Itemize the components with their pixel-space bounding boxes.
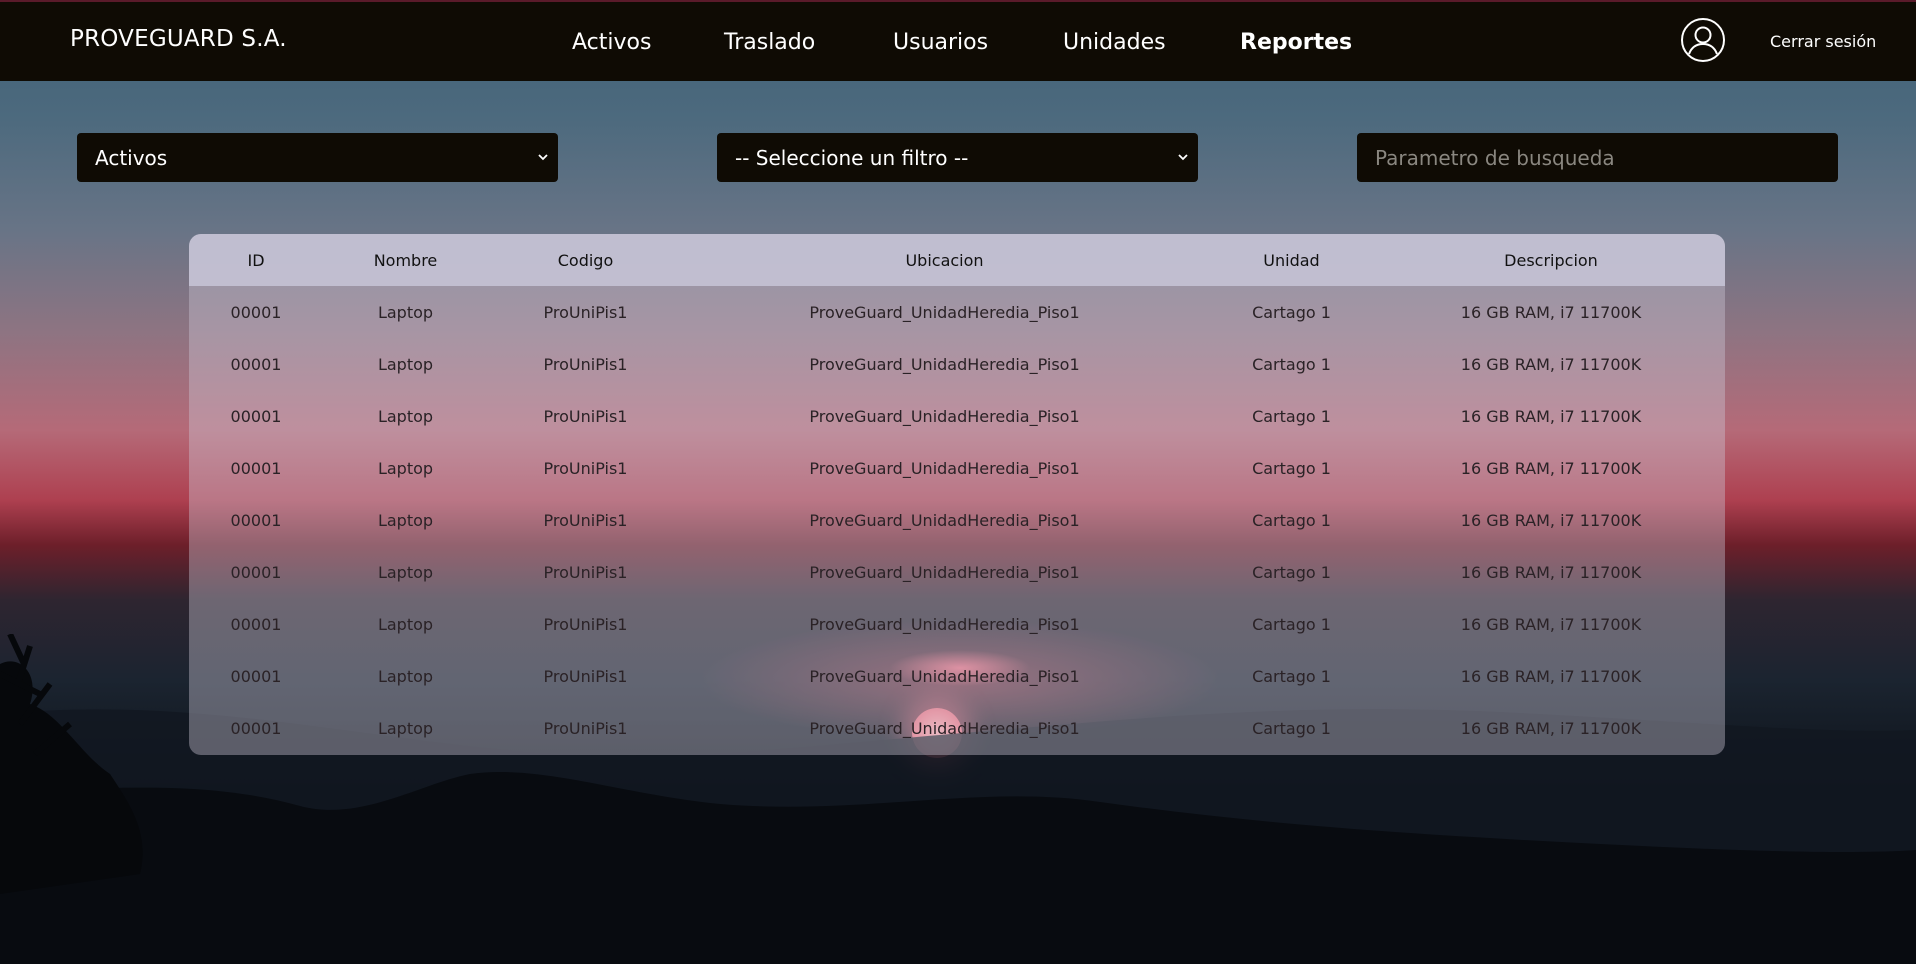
cell-codigo: ProUniPis1 [543, 354, 628, 374]
table-row[interactable]: 00001 Laptop ProUniPis1 ProveGuard_Unida… [189, 650, 1725, 702]
cell-unidad: Cartago 1 [1252, 562, 1331, 582]
cell-codigo: ProUniPis1 [543, 510, 628, 530]
nav-item-usuarios[interactable]: Usuarios [893, 30, 988, 55]
cell-codigo: ProUniPis1 [543, 614, 628, 634]
cell-id: 00001 [230, 354, 282, 374]
cell-id: 00001 [230, 614, 282, 634]
cell-ubicacion: ProveGuard_UnidadHeredia_Piso1 [809, 302, 1080, 322]
table-row[interactable]: 00001 Laptop ProUniPis1 ProveGuard_Unida… [189, 494, 1725, 546]
nav-item-reportes[interactable]: Reportes [1240, 30, 1352, 55]
search-placeholder: Parametro de busqueda [1375, 145, 1615, 170]
column-header-nombre[interactable]: Nombre [323, 251, 488, 270]
table-row[interactable]: 00001 Laptop ProUniPis1 ProveGuard_Unida… [189, 702, 1725, 754]
cell-id: 00001 [230, 718, 282, 738]
cell-id: 00001 [230, 510, 282, 530]
table-row[interactable]: 00001 Laptop ProUniPis1 ProveGuard_Unida… [189, 598, 1725, 650]
table-header-row: ID Nombre Codigo Ubicacion Unidad Descri… [189, 234, 1725, 286]
cell-unidad: Cartago 1 [1252, 458, 1331, 478]
cell-ubicacion: ProveGuard_UnidadHeredia_Piso1 [809, 406, 1080, 426]
cell-codigo: ProUniPis1 [543, 562, 628, 582]
main-nav: Activos Traslado Usuarios Unidades Repor… [0, 30, 1916, 60]
column-header-codigo[interactable]: Codigo [488, 251, 683, 270]
cell-descripcion: 16 GB RAM, i7 11700K [1460, 302, 1642, 322]
chevron-down-icon [538, 154, 548, 161]
table-row[interactable]: 00001 Laptop ProUniPis1 ProveGuard_Unida… [189, 390, 1725, 442]
logout-link[interactable]: Cerrar sesión [1770, 32, 1876, 51]
report-type-select[interactable]: Activos [77, 133, 558, 182]
table-row[interactable]: 00001 Laptop ProUniPis1 ProveGuard_Unida… [189, 546, 1725, 598]
table-row[interactable]: 00001 Laptop ProUniPis1 ProveGuard_Unida… [189, 442, 1725, 494]
cell-id: 00001 [230, 406, 282, 426]
cell-unidad: Cartago 1 [1252, 718, 1331, 738]
cell-nombre: Laptop [377, 666, 434, 686]
cell-id: 00001 [230, 562, 282, 582]
nav-item-activos[interactable]: Activos [572, 30, 651, 55]
cell-nombre: Laptop [377, 562, 434, 582]
column-header-ubicacion[interactable]: Ubicacion [683, 251, 1206, 270]
cell-id: 00001 [230, 302, 282, 322]
cell-id: 00001 [230, 458, 282, 478]
nav-item-traslado[interactable]: Traslado [724, 30, 815, 55]
cell-unidad: Cartago 1 [1252, 614, 1331, 634]
cell-descripcion: 16 GB RAM, i7 11700K [1460, 562, 1642, 582]
column-header-id[interactable]: ID [189, 251, 323, 270]
cell-unidad: Cartago 1 [1252, 406, 1331, 426]
cell-ubicacion: ProveGuard_UnidadHeredia_Piso1 [809, 354, 1080, 374]
column-header-unidad[interactable]: Unidad [1206, 251, 1377, 270]
cell-unidad: Cartago 1 [1252, 510, 1331, 530]
cell-ubicacion: ProveGuard_UnidadHeredia_Piso1 [809, 562, 1080, 582]
search-input[interactable]: Parametro de busqueda [1357, 133, 1838, 182]
cell-descripcion: 16 GB RAM, i7 11700K [1460, 510, 1642, 530]
cell-ubicacion: ProveGuard_UnidadHeredia_Piso1 [809, 666, 1080, 686]
cell-nombre: Laptop [377, 614, 434, 634]
top-navbar: PROVEGUARD S.A. Activos Traslado Usuario… [0, 0, 1916, 81]
cell-descripcion: 16 GB RAM, i7 11700K [1460, 718, 1642, 738]
cell-codigo: ProUniPis1 [543, 718, 628, 738]
cell-nombre: Laptop [377, 718, 434, 738]
cell-ubicacion: ProveGuard_UnidadHeredia_Piso1 [809, 614, 1080, 634]
cell-id: 00001 [230, 666, 282, 686]
cell-descripcion: 16 GB RAM, i7 11700K [1460, 458, 1642, 478]
cell-nombre: Laptop [377, 458, 434, 478]
table-row[interactable]: 00001 Laptop ProUniPis1 ProveGuard_Unida… [189, 286, 1725, 338]
cell-nombre: Laptop [377, 302, 434, 322]
cell-unidad: Cartago 1 [1252, 302, 1331, 322]
cell-nombre: Laptop [377, 406, 434, 426]
user-circle-icon[interactable] [1680, 17, 1726, 63]
filter-value: -- Seleccione un filtro -- [735, 145, 969, 170]
cell-codigo: ProUniPis1 [543, 666, 628, 686]
cell-descripcion: 16 GB RAM, i7 11700K [1460, 666, 1642, 686]
nav-item-unidades[interactable]: Unidades [1063, 30, 1166, 55]
cell-nombre: Laptop [377, 510, 434, 530]
assets-table: ID Nombre Codigo Ubicacion Unidad Descri… [189, 234, 1725, 755]
cell-unidad: Cartago 1 [1252, 354, 1331, 374]
cell-codigo: ProUniPis1 [543, 302, 628, 322]
cell-codigo: ProUniPis1 [543, 406, 628, 426]
chevron-down-icon [1178, 154, 1188, 161]
cell-unidad: Cartago 1 [1252, 666, 1331, 686]
report-type-value: Activos [95, 145, 168, 170]
cell-descripcion: 16 GB RAM, i7 11700K [1460, 354, 1642, 374]
cell-ubicacion: ProveGuard_UnidadHeredia_Piso1 [809, 718, 1080, 738]
cell-ubicacion: ProveGuard_UnidadHeredia_Piso1 [809, 458, 1080, 478]
table-row[interactable]: 00001 Laptop ProUniPis1 ProveGuard_Unida… [189, 338, 1725, 390]
column-header-descripcion[interactable]: Descripcion [1377, 251, 1725, 270]
cell-ubicacion: ProveGuard_UnidadHeredia_Piso1 [809, 510, 1080, 530]
cell-nombre: Laptop [377, 354, 434, 374]
cell-codigo: ProUniPis1 [543, 458, 628, 478]
cell-descripcion: 16 GB RAM, i7 11700K [1460, 614, 1642, 634]
filter-select[interactable]: -- Seleccione un filtro -- [717, 133, 1198, 182]
cell-descripcion: 16 GB RAM, i7 11700K [1460, 406, 1642, 426]
